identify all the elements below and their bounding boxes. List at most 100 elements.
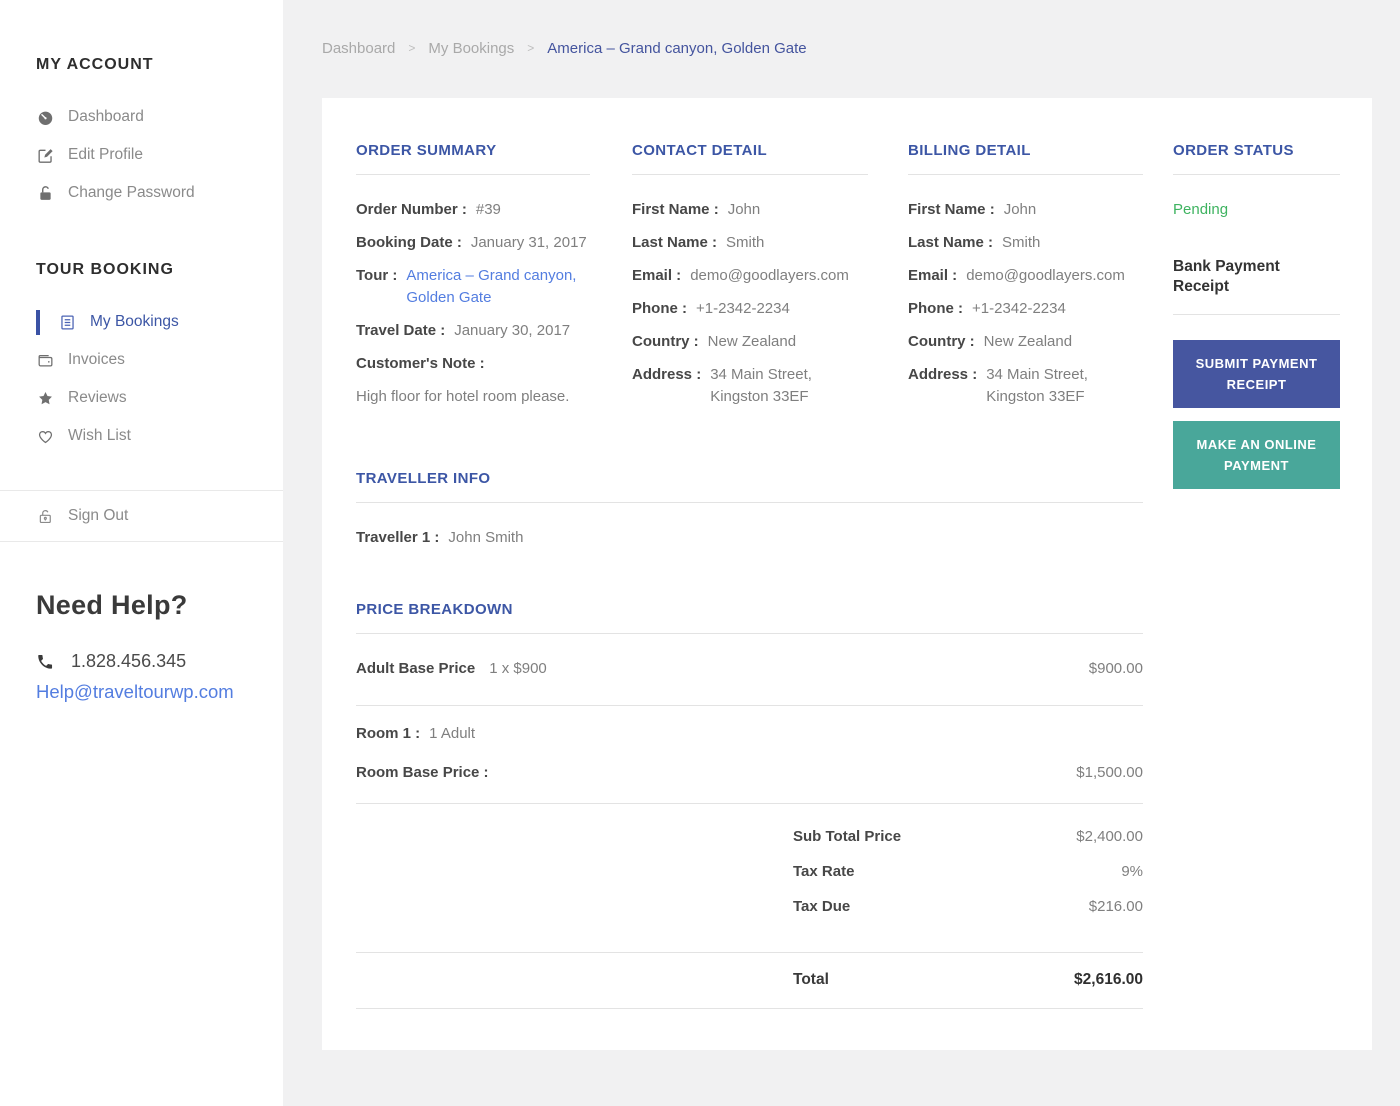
- customer-note-row: Customer's Note :: [356, 353, 590, 375]
- billing-last-name-row: Last Name : Smith: [908, 232, 1143, 254]
- field-label: Email :: [632, 267, 682, 284]
- billing-phone-row: Phone : +1-2342-2234: [908, 298, 1143, 320]
- field-value: 34 Main Street, Kingston 33EF: [710, 366, 812, 405]
- field-label: First Name :: [632, 201, 719, 218]
- sidebar-divider: [0, 541, 283, 542]
- billing-country-row: Country : New Zealand: [908, 331, 1143, 353]
- edit-icon: [36, 146, 55, 165]
- sidebar-section-title-tour-booking: TOUR BOOKING: [36, 261, 174, 278]
- contact-address-row: Address : 34 Main Street, Kingston 33EF: [632, 364, 868, 408]
- field-label: Last Name :: [908, 234, 994, 251]
- sidebar-item-label: Wish List: [68, 427, 131, 444]
- sidebar-item-edit-profile[interactable]: Edit Profile: [0, 136, 283, 174]
- total-label: Sub Total Price: [793, 828, 902, 845]
- booking-date-row: Booking Date : January 31, 2017: [356, 232, 590, 254]
- sidebar-item-label: Invoices: [68, 351, 125, 368]
- billing-email-row: Email : demo@goodlayers.com: [908, 265, 1143, 287]
- section-divider: [908, 174, 1143, 175]
- sidebar-item-label: Dashboard: [68, 108, 144, 125]
- totals-group: Sub Total Price $2,400.00 Tax Rate 9% Ta…: [356, 804, 1143, 953]
- sidebar-item-label: Change Password: [68, 184, 195, 201]
- field-label: Last Name :: [632, 234, 718, 251]
- bookings-icon: [58, 313, 77, 332]
- travel-date-row: Travel Date : January 30, 2017: [356, 320, 590, 342]
- sidebar-item-reviews[interactable]: Reviews: [0, 379, 283, 417]
- contact-first-name-row: First Name : John: [632, 199, 868, 221]
- total-label: Tax Due: [793, 898, 851, 915]
- section-title-price-breakdown: PRICE BREAKDOWN: [356, 601, 513, 618]
- section-title-order-summary: ORDER SUMMARY: [356, 142, 497, 159]
- sidebar-item-wish-list[interactable]: Wish List: [0, 417, 283, 455]
- field-label: Customer's Note :: [356, 355, 485, 372]
- field-value: January 30, 2017: [454, 322, 571, 339]
- total-value: 9%: [1121, 863, 1143, 880]
- section-title-billing-detail: BILLING DETAIL: [908, 142, 1031, 159]
- contact-phone-row: Phone : +1-2342-2234: [632, 298, 868, 320]
- traveller-row: Traveller 1 : John Smith: [356, 527, 1143, 549]
- total-label: Tax Rate: [793, 863, 855, 880]
- breadcrumb-item-dashboard[interactable]: Dashboard: [322, 40, 395, 57]
- price-breakdown-section: PRICE BREAKDOWN Adult Base Price 1 x $90…: [356, 601, 1143, 1009]
- traveller-info-section: TRAVELLER INFO Traveller 1 : John Smith: [356, 470, 1143, 549]
- field-label: Phone :: [632, 300, 687, 317]
- tour-link[interactable]: America – Grand canyon, Golden Gate: [406, 265, 590, 309]
- status-badge: Pending: [1173, 201, 1229, 218]
- order-number-row: Order Number : #39: [356, 199, 590, 221]
- field-label: Country :: [632, 333, 699, 350]
- section-divider: [632, 174, 868, 175]
- field-label: Order Number :: [356, 201, 467, 218]
- sidebar-item-invoices[interactable]: Invoices: [0, 341, 283, 379]
- tax-due-row: Tax Due $216.00: [356, 896, 1143, 918]
- price-label: Room 1 :: [356, 725, 421, 742]
- total-value: $216.00: [1088, 898, 1143, 915]
- section-divider: [1173, 174, 1340, 175]
- contact-country-row: Country : New Zealand: [632, 331, 868, 353]
- total-value: $2,616.00: [1074, 971, 1143, 988]
- tour-booking-nav: My Bookings Invoices Reviews Wish List: [0, 303, 283, 455]
- contact-email-row: Email : demo@goodlayers.com: [632, 265, 868, 287]
- phone-icon: [36, 653, 54, 671]
- active-indicator-bar: [36, 309, 40, 335]
- field-value: John Smith: [448, 529, 524, 546]
- main-content: Dashboard > My Bookings > America – Gran…: [283, 0, 1400, 1050]
- grand-total-row: Total $2,616.00: [356, 953, 1143, 1009]
- field-label: Email :: [908, 267, 958, 284]
- order-status-section: ORDER STATUS Pending Bank Payment Receip…: [1173, 142, 1340, 489]
- wallet-icon: [36, 351, 55, 370]
- field-value: Smith: [1002, 234, 1041, 251]
- account-sidebar: MY ACCOUNT Dashboard Edit Profile Change…: [0, 0, 283, 1106]
- section-divider: [356, 502, 1143, 503]
- order-detail-card: ORDER SUMMARY Order Number : #39 Booking…: [322, 98, 1372, 1050]
- field-label: Traveller 1 :: [356, 529, 440, 546]
- sidebar-item-my-bookings[interactable]: My Bookings: [0, 303, 283, 341]
- billing-first-name-row: First Name : John: [908, 199, 1143, 221]
- make-online-payment-button[interactable]: MAKE AN ONLINE PAYMENT: [1173, 421, 1340, 489]
- adult-base-price-row: Adult Base Price 1 x $900 $900.00: [356, 634, 1143, 706]
- billing-detail-section: BILLING DETAIL First Name : John Last Na…: [908, 142, 1143, 470]
- submit-payment-receipt-button[interactable]: SUBMIT PAYMENT RECEIPT: [1173, 340, 1340, 408]
- help-email-link[interactable]: Help@traveltourwp.com: [36, 681, 247, 703]
- field-label: Travel Date :: [356, 322, 446, 339]
- sidebar-section-title-my-account: MY ACCOUNT: [36, 56, 154, 73]
- field-value: January 31, 2017: [470, 234, 587, 251]
- order-detail-columns: ORDER SUMMARY Order Number : #39 Booking…: [356, 142, 1340, 489]
- field-value: New Zealand: [983, 333, 1073, 350]
- section-title-traveller-info: TRAVELLER INFO: [356, 470, 491, 487]
- billing-address-row: Address : 34 Main Street, Kingston 33EF: [908, 364, 1143, 408]
- sidebar-item-change-password[interactable]: Change Password: [0, 174, 283, 212]
- sidebar-item-sign-out[interactable]: Sign Out: [0, 491, 283, 541]
- field-value: New Zealand: [707, 333, 797, 350]
- field-label: Country :: [908, 333, 975, 350]
- my-account-nav: Dashboard Edit Profile Change Password: [0, 98, 283, 212]
- room-base-price-row: Room Base Price : $1,500.00: [356, 762, 1143, 784]
- breadcrumb-item-my-bookings[interactable]: My Bookings: [428, 40, 514, 57]
- section-divider: [356, 174, 590, 175]
- sidebar-item-dashboard[interactable]: Dashboard: [0, 98, 283, 136]
- breadcrumb-separator-icon: >: [408, 41, 416, 55]
- padlock-icon: [36, 507, 55, 526]
- order-summary-section: ORDER SUMMARY Order Number : #39 Booking…: [356, 142, 590, 470]
- sidebar-item-label: Reviews: [68, 389, 127, 406]
- total-label: Total: [793, 971, 829, 988]
- breadcrumb-item-current: America – Grand canyon, Golden Gate: [547, 39, 807, 57]
- section-title-contact-detail: CONTACT DETAIL: [632, 142, 768, 159]
